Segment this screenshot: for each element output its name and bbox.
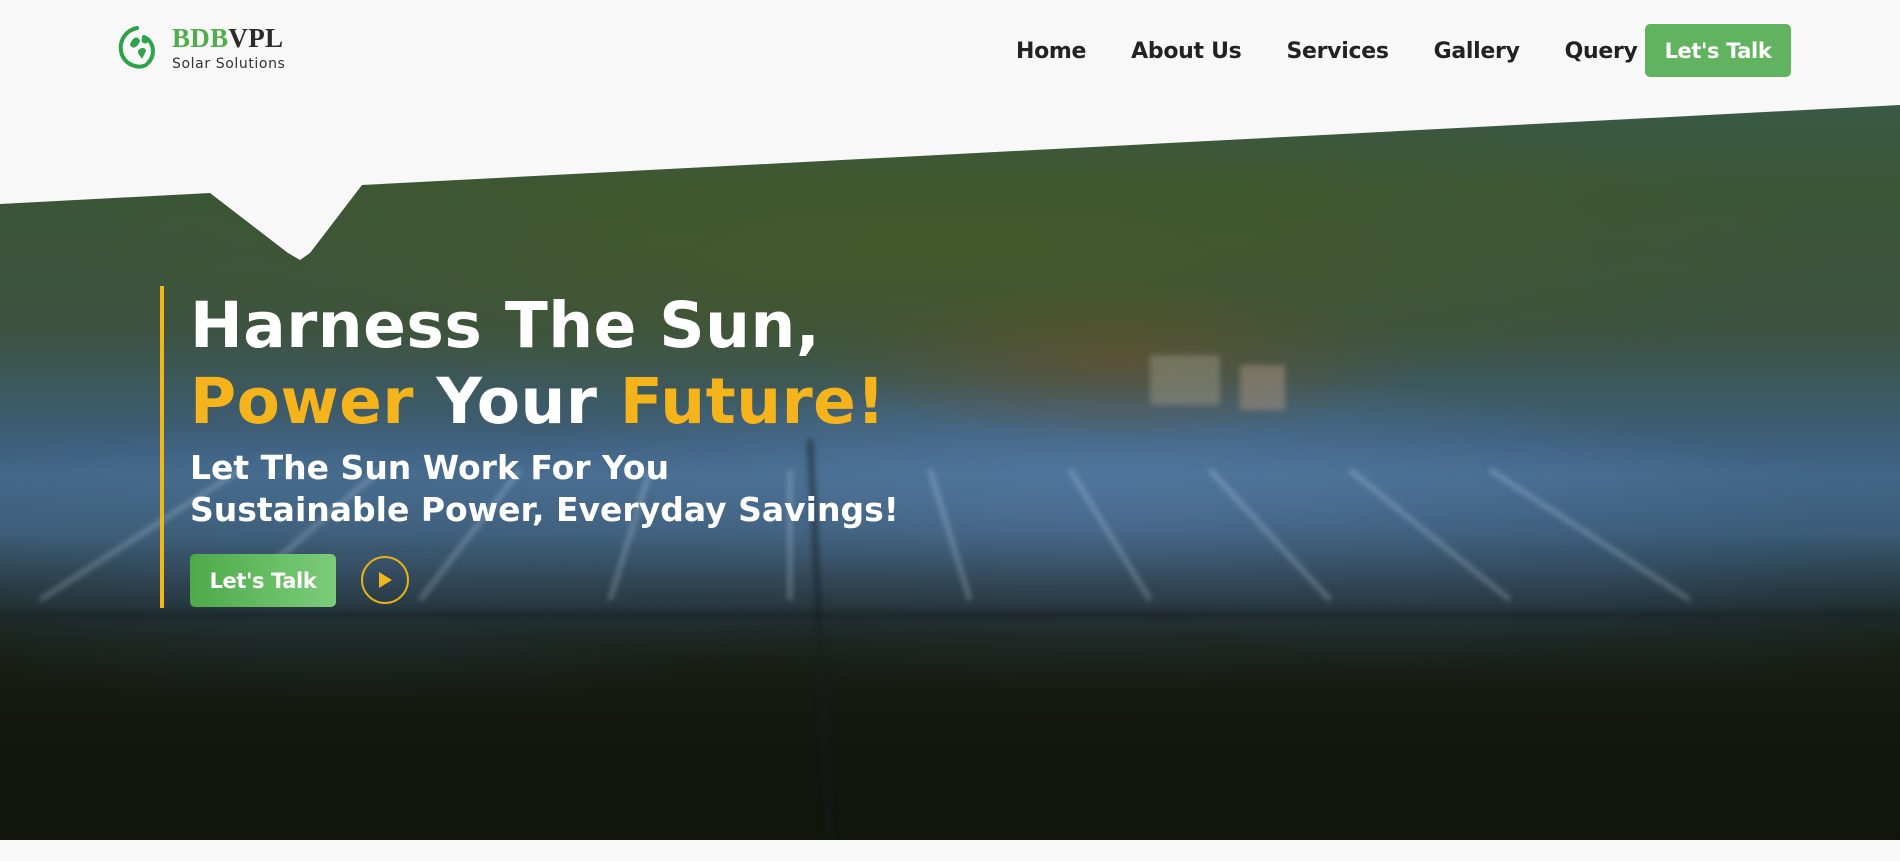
hero-section: Harness The Sun, Power Your Future! Let … <box>0 0 1900 861</box>
play-video-button[interactable] <box>361 556 409 604</box>
hero-headline-line1: Harness The Sun, <box>190 289 821 362</box>
headline-your: Your <box>413 365 620 438</box>
hero-subheadline-line2: Sustainable Power, Everyday Savings! <box>190 490 899 529</box>
headline-future: Future! <box>619 365 886 438</box>
hero-content: Harness The Sun, Power Your Future! Let … <box>160 286 980 608</box>
play-icon <box>379 572 392 588</box>
hero-headline-line2: Power Your Future! <box>190 366 886 438</box>
hero-subheadline-line1: Let The Sun Work For You <box>190 448 670 487</box>
hero-accent-bar <box>160 286 164 608</box>
hero-lets-talk-button[interactable]: Let's Talk <box>190 554 336 607</box>
headline-power: Power <box>190 365 414 438</box>
